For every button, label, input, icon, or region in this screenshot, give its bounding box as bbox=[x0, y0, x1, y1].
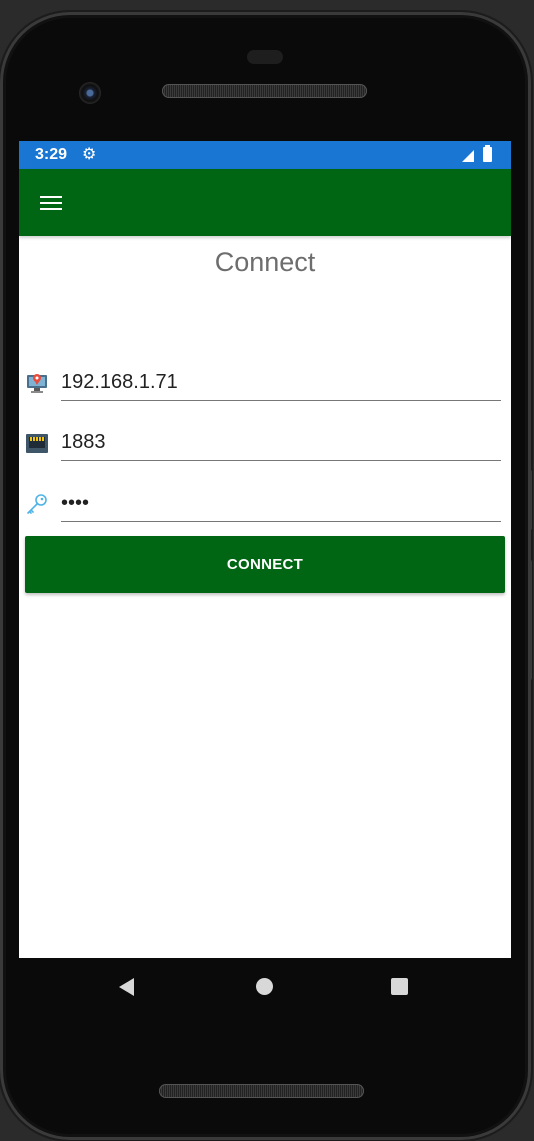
gear-icon: ⚙ bbox=[82, 144, 97, 163]
status-bar: 3:29 ⚙ bbox=[19, 141, 511, 169]
host-field-row bbox=[25, 365, 501, 405]
status-time: 3:29 bbox=[35, 146, 68, 163]
navigation-bar bbox=[19, 958, 511, 1014]
signal-icon bbox=[462, 150, 474, 162]
recents-square-icon[interactable] bbox=[391, 978, 408, 995]
sensor-notch bbox=[247, 50, 283, 64]
ethernet-port-icon bbox=[26, 434, 48, 453]
page-title: Connect bbox=[214, 247, 316, 277]
power-button bbox=[528, 470, 532, 530]
volume-button bbox=[528, 560, 532, 680]
password-input[interactable] bbox=[61, 486, 501, 522]
earpiece-speaker bbox=[162, 84, 367, 98]
bottom-speaker bbox=[159, 1084, 364, 1098]
hamburger-menu-icon[interactable] bbox=[38, 193, 64, 213]
device-frame: 3:29 ⚙ Connect 192.168.1.71 1883 •••• CO… bbox=[0, 0, 534, 1141]
port-field-row bbox=[25, 425, 501, 465]
port-input[interactable] bbox=[61, 425, 501, 461]
connect-button[interactable]: CONNECT bbox=[25, 536, 505, 593]
app-screen: 3:29 ⚙ Connect 192.168.1.71 1883 •••• CO… bbox=[19, 141, 511, 958]
network-computer-icon bbox=[27, 374, 47, 393]
key-icon bbox=[27, 494, 47, 514]
password-field-row bbox=[25, 486, 501, 526]
host-input[interactable] bbox=[61, 365, 501, 401]
camera-icon bbox=[79, 82, 101, 104]
home-circle-icon[interactable] bbox=[256, 978, 273, 995]
battery-icon bbox=[483, 145, 492, 162]
app-bar bbox=[19, 169, 511, 236]
back-triangle-icon[interactable] bbox=[119, 978, 134, 996]
